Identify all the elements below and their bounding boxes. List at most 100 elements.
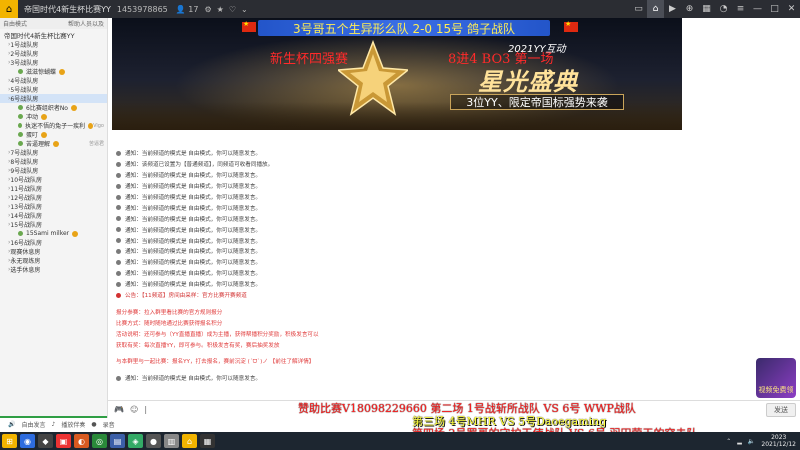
channel-room[interactable]: › 5号战队房 <box>0 85 107 94</box>
os-taskbar: ⊞ ◉ ◆ ▣ ◐ ◎ ▤ ◈ ● ▥ ⌂ ▦ ⌃ ▂ 🔈 2023 2021/… <box>0 432 800 450</box>
channel-room[interactable]: › 12号战队房 <box>0 193 107 202</box>
maximize-icon[interactable]: □ <box>766 0 783 18</box>
home-icon[interactable]: ⌂ <box>647 0 664 18</box>
voice-toolbar: 🔊 自由发言 ♪ 播放伴奏 ● 录音 <box>0 418 200 430</box>
app-icon-2[interactable]: ▣ <box>56 434 71 448</box>
channel-user[interactable]: 蛋叮 <box>0 130 107 139</box>
system-tray: ⌃ ▂ 🔈 2023 2021/12/12 <box>726 432 796 450</box>
user-badge-icon <box>59 68 66 75</box>
clock[interactable]: 2023 2021/12/12 <box>761 434 796 448</box>
channel-user[interactable]: 15Sami milker <box>0 229 107 238</box>
user-status-icon <box>18 231 23 236</box>
chat-message-text: 通知：当前频道的模式是 自由模式，你可以随意发言。 <box>125 376 262 383</box>
promo-badge[interactable]: 视频免费领 <box>756 358 796 398</box>
chat-message: 通知：当前频道的模式是 自由模式，你可以随意发言。 <box>112 373 682 384</box>
network-icon[interactable]: ▂ <box>737 438 742 445</box>
send-button[interactable]: 发送 <box>766 403 796 417</box>
channel-room[interactable]: › 选手休息房 <box>0 265 107 274</box>
steam-icon[interactable]: ◉ <box>20 434 35 448</box>
windows-start-icon[interactable]: ⊞ <box>2 434 17 448</box>
volume-icon[interactable]: 🔈 <box>748 438 755 445</box>
star-icon[interactable]: ★ <box>217 5 224 14</box>
close-icon[interactable]: ✕ <box>783 0 800 18</box>
grid-icon[interactable]: ▦ <box>698 0 715 18</box>
speaker-icon[interactable]: 🔊 <box>8 421 15 428</box>
info-icon <box>116 248 121 254</box>
user-badge-icon <box>70 104 77 111</box>
channel-room[interactable]: › 8号战队房 <box>0 157 107 166</box>
tray-arrow-icon[interactable]: ⌃ <box>726 438 731 445</box>
channel-room[interactable]: › 14号战队房 <box>0 211 107 220</box>
channel-user[interactable]: 冲动 <box>0 112 107 121</box>
channel-room[interactable]: › 1号战队房 <box>0 40 107 49</box>
event-small-title: 2021YY互动 <box>508 44 566 55</box>
minimize-icon[interactable]: — <box>749 0 766 18</box>
app-icon-10[interactable]: ▦ <box>200 434 215 448</box>
game-icon[interactable]: ⊕ <box>681 0 698 18</box>
channel-room[interactable]: › 7号战队房 <box>0 148 107 157</box>
channel-room[interactable]: › 10号战队房 <box>0 175 107 184</box>
channel-root[interactable]: 帝国时代4新生杯比赛YY <box>0 29 107 40</box>
record-button[interactable]: 录音 <box>103 420 115 429</box>
chat-message-text: 与本群里与一起比赛：报名YY，打去报名，赛前沉淀 (ˊᗜˋ)ノ 【前往了解详情】 <box>116 358 315 365</box>
channel-row-label: 12号战队房 <box>10 195 43 202</box>
channel-user[interactable]: 苦逼理解 苦逼君 <box>0 139 107 148</box>
help-label[interactable]: 帮助人员以及 <box>68 19 104 28</box>
chat-input[interactable]: | <box>144 405 147 414</box>
app-icon-1[interactable]: ◆ <box>38 434 53 448</box>
channel-room[interactable]: › 11号战队房 <box>0 184 107 193</box>
mode-label[interactable]: 自由模式 <box>3 19 27 28</box>
info-icon <box>116 205 121 211</box>
channel-room[interactable]: › 15号战队房 <box>0 220 107 229</box>
channel-row-label: 1号战队房 <box>10 42 39 49</box>
tv-icon[interactable]: ▭ <box>630 0 647 18</box>
app-icon-8[interactable]: ▥ <box>164 434 179 448</box>
gear-icon[interactable]: ⚙ <box>204 5 211 14</box>
channel-row-label: 观赛休息房 <box>10 249 41 256</box>
channel-user[interactable]: 6比赛组织者No <box>0 103 107 112</box>
channel-row-label: 8号战队房 <box>10 159 39 166</box>
channel-row-label: 苦逼理解 <box>26 141 51 148</box>
chat-message-text: 通知：当前频道的模式是 自由模式，你可以随意发言。 <box>125 216 262 223</box>
channel-room[interactable]: › 2号战队房 <box>0 49 107 58</box>
channel-room[interactable]: › 4号战队房 <box>0 76 107 85</box>
bell-icon[interactable]: ◔ <box>715 0 732 18</box>
chat-message-text: 活动说明：还可参与（YY直播直播）成为主播，获得帮播积分奖励，积极发言可以 <box>116 331 319 338</box>
channel-room[interactable]: › 13号战队房 <box>0 202 107 211</box>
app-icon-3[interactable]: ◐ <box>74 434 89 448</box>
event-banner[interactable]: 3号哥五个生异形么队 2-0 15号 鸽子战队 新生杯四强赛 8进4 BO3 第… <box>112 18 682 130</box>
app-icon-5[interactable]: ▤ <box>110 434 125 448</box>
free-speak-button[interactable]: 自由发言 <box>21 420 45 429</box>
smile-icon[interactable]: ☺ <box>130 405 138 414</box>
channel-room[interactable]: › 6号战队房 <box>0 94 107 103</box>
channel-user[interactable]: 执迷不悟的兔子一疾利 Vigo <box>0 121 107 130</box>
play-icon[interactable]: ▶ <box>664 0 681 18</box>
chat-message: 通知：当前频道的模式是 自由模式，你可以随意发言。 <box>112 279 682 290</box>
heart-icon[interactable]: ♡ <box>229 5 236 14</box>
app-icon-4[interactable]: ◎ <box>92 434 107 448</box>
channel-room[interactable]: › 16号战队房 <box>0 238 107 247</box>
chat-message-text: 比赛方式：随时随地通过比赛获得报名积分 <box>116 320 223 327</box>
info-icon <box>116 172 121 178</box>
app-icon-6[interactable]: ◈ <box>128 434 143 448</box>
home-logo-icon[interactable]: ⌂ <box>0 0 18 18</box>
channel-room[interactable]: › 3号战队房 <box>0 58 107 67</box>
channel-user[interactable]: 滋滋惊蝴蝶 <box>0 67 107 76</box>
channel-room[interactable]: › 观赛休息房 <box>0 247 107 256</box>
app-icon-9[interactable]: ⌂ <box>182 434 197 448</box>
chat-message-text: 通知：当前频道的模式是 自由模式，你可以随意发言。 <box>125 271 262 278</box>
channel-room[interactable]: › 9号战队房 <box>0 166 107 175</box>
menu-icon[interactable]: ≡ <box>732 0 749 18</box>
accompaniment-button[interactable]: 播放伴奏 <box>61 420 85 429</box>
info-icon <box>116 375 121 381</box>
info-icon <box>116 292 121 298</box>
info-icon <box>116 259 121 265</box>
mic-icon[interactable]: 🎮 <box>114 405 124 414</box>
event-big-title: 星光盛典 <box>478 68 578 96</box>
chevron-down-icon[interactable]: ⌄ <box>241 5 248 14</box>
channel-room[interactable]: › 永无观练房 <box>0 256 107 265</box>
chat-message-text: 通知：当前频道的模式是 自由模式，你可以随意发言。 <box>125 249 262 256</box>
channel-row-label: 5号战队房 <box>10 87 39 94</box>
app-icon-7[interactable]: ● <box>146 434 161 448</box>
channel-row-label: 15号战队房 <box>10 222 43 229</box>
